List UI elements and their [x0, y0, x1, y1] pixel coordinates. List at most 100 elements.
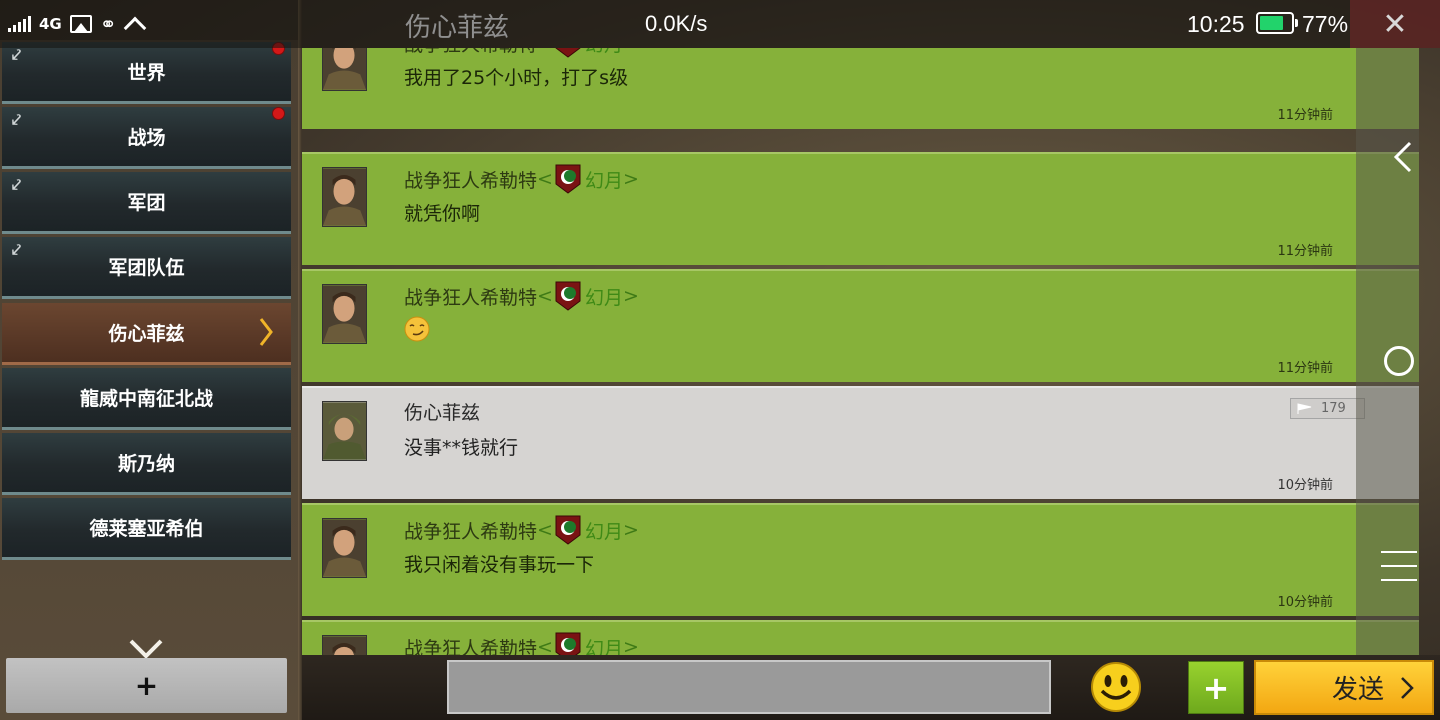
message-time: 11分钟前	[1277, 244, 1333, 259]
message-text: 我只闲着没有事玩一下	[404, 554, 595, 576]
sidebar-item-legion-team[interactable]: ⤦ 军团队伍	[2, 237, 291, 299]
clock: 10:25	[1187, 11, 1245, 37]
sender-name[interactable]: 战争狂人希勒特	[404, 634, 537, 656]
sidebar-item-label: 龍威中南征北战	[79, 388, 213, 410]
avatar[interactable]	[322, 518, 367, 578]
pin-icon[interactable]: ⤦	[12, 241, 30, 259]
chat-message-own: 伤心菲兹 没事**钱就行 179 10分钟前	[302, 386, 1419, 499]
network-type: 4G	[39, 14, 62, 33]
sender-name[interactable]: 伤心菲兹	[404, 398, 480, 425]
page-title: 伤心菲兹	[405, 13, 510, 43]
unread-dot	[272, 107, 285, 120]
close-button[interactable]: ✕	[1350, 0, 1440, 48]
message-sender: 战争狂人希勒特 < 幻月 >	[404, 48, 639, 58]
message-time: 11分钟前	[1277, 361, 1333, 376]
battery-percent: 77%	[1302, 11, 1349, 37]
guild-name: 幻月	[584, 520, 623, 543]
sidebar-item-legion[interactable]: ⤦ 军团	[2, 172, 291, 234]
send-button-label: 发送	[1331, 675, 1384, 705]
sidebar-item-channel-8[interactable]: 德莱塞亚希伯	[2, 498, 291, 560]
message-time: 11分钟前	[1277, 108, 1333, 123]
sidebar-divider	[298, 0, 302, 720]
pin-icon[interactable]: ⤦	[12, 111, 30, 129]
message-input[interactable]	[447, 660, 1051, 714]
sidebar-item-label: 世界	[127, 62, 166, 84]
avatar[interactable]	[322, 401, 367, 461]
avatar[interactable]	[322, 48, 367, 91]
guild-name: 幻月	[584, 286, 623, 309]
bracket: >	[623, 48, 639, 54]
sidebar-item-battlefield[interactable]: ⤦ 战场	[2, 107, 291, 169]
image-notification-icon	[69, 15, 92, 33]
sidebar-item-label: 军团	[127, 192, 166, 214]
message-sender: 战争狂人希勒特 < 幻月 >	[404, 164, 639, 194]
sidebar-item-world[interactable]: ⤦ 世界	[2, 42, 291, 104]
message-sender: 战争狂人希勒特 < 幻月 >	[404, 632, 639, 655]
message-sender: 伤心菲兹	[404, 398, 480, 425]
attach-button[interactable]: +	[1188, 661, 1244, 714]
guild-name: 幻月	[585, 48, 623, 57]
bracket: >	[622, 519, 639, 541]
bracket: <	[537, 285, 553, 307]
guild-badge-icon	[555, 164, 581, 194]
avatar[interactable]	[322, 167, 367, 227]
close-icon: ✕	[1382, 6, 1408, 42]
message-text: 没事**钱就行	[404, 437, 519, 459]
caret-up-icon	[123, 16, 146, 40]
message-emoji	[404, 316, 430, 347]
home-circle-icon[interactable]	[1384, 346, 1414, 376]
pin-icon[interactable]: ⤦	[12, 176, 30, 194]
wechat-icon: ⚭	[99, 12, 117, 36]
sidebar-item-label: 战场	[127, 127, 166, 149]
sidebar-item-label: 德莱塞亚希伯	[89, 518, 204, 540]
signal-icon	[8, 16, 31, 32]
sidebar-item-label: 军团队伍	[108, 257, 185, 279]
view-count-badge: 179	[1290, 398, 1365, 419]
battery-icon	[1256, 12, 1298, 34]
sidebar-item-channel-7[interactable]: 斯乃纳	[2, 433, 291, 495]
message-time: 10分钟前	[1277, 478, 1333, 493]
chat-message: 战争狂人希勒特 < 幻月 > 就凭你啊 11分钟前	[302, 152, 1419, 265]
sender-name[interactable]: 战争狂人希勒特	[404, 283, 537, 310]
pin-icon[interactable]: ⤦	[12, 46, 30, 64]
bracket: <	[537, 636, 553, 655]
status-icons: 4G ⚭	[8, 10, 146, 40]
message-sender: 战争狂人希勒特 < 幻月 >	[404, 515, 639, 545]
guild-badge-icon	[555, 281, 581, 311]
sidebar-item-label: 斯乃纳	[117, 453, 175, 475]
message-sender: 战争狂人希勒特 < 幻月 >	[404, 281, 639, 311]
emoji-button-icon[interactable]	[1090, 661, 1142, 713]
guild-badge-icon	[555, 515, 581, 545]
chat-message-list[interactable]: 战争狂人希勒特 < 幻月 > 我用了25个小时，打了s级 11分钟前 战争狂人希…	[302, 48, 1419, 655]
bracket: <	[537, 168, 553, 190]
sender-name[interactable]: 战争狂人希勒特	[404, 48, 537, 57]
sender-name[interactable]: 战争狂人希勒特	[404, 166, 537, 193]
menu-icon[interactable]	[1381, 551, 1417, 581]
sidebar-item-label: 伤心菲兹	[108, 323, 185, 345]
chevron-right-icon	[259, 318, 273, 346]
avatar[interactable]	[322, 635, 367, 655]
bracket: >	[622, 168, 639, 190]
sidebar-item-active-chat[interactable]: 伤心菲兹	[2, 303, 291, 365]
bracket: >	[622, 285, 639, 307]
sender-name[interactable]: 战争狂人希勒特	[404, 517, 537, 544]
chevron-right-icon	[1401, 676, 1414, 699]
send-button[interactable]: 发送	[1254, 660, 1434, 715]
message-time: 10分钟前	[1277, 595, 1333, 610]
view-count: 179	[1321, 401, 1346, 416]
message-text: 就凭你啊	[404, 203, 481, 225]
status-bar: 4G ⚭ 伤心菲兹 0.0K/s 10:25 77% ✕	[0, 0, 1440, 48]
bracket: <	[537, 519, 553, 541]
add-channel-button[interactable]: +	[6, 658, 287, 713]
message-input-bar: + 发送	[302, 655, 1440, 720]
flag-icon	[1297, 402, 1312, 414]
bracket: <	[537, 48, 553, 54]
chat-message: 战争狂人希勒特 < 幻月 >	[302, 620, 1419, 655]
avatar[interactable]	[322, 284, 367, 344]
back-icon[interactable]	[1392, 140, 1414, 174]
guild-name: 幻月	[584, 169, 623, 192]
guild-name: 幻月	[584, 637, 623, 656]
sidebar-item-channel-6[interactable]: 龍威中南征北战	[2, 368, 291, 430]
floating-nav-bar	[1356, 48, 1419, 655]
bracket: >	[622, 636, 639, 655]
